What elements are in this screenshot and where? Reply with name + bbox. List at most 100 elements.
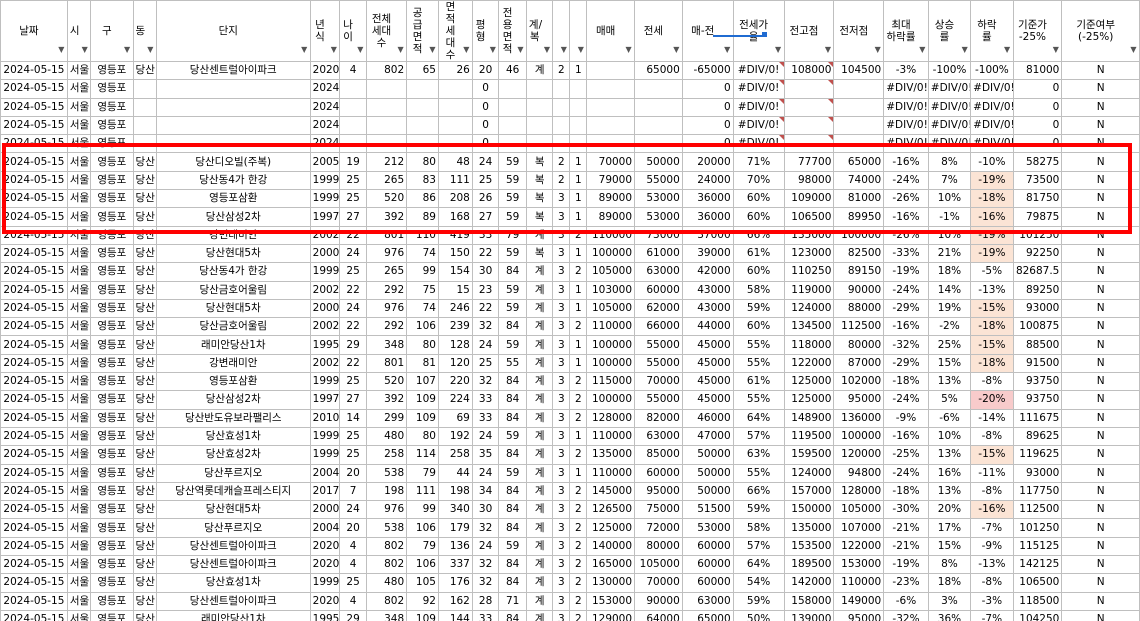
table-cell[interactable]: 당산역롯데캐슬프레스티지 (155, 481, 311, 502)
table-cell[interactable]: 3 (552, 335, 571, 355)
table-cell[interactable]: 2024-05-15 (0, 555, 68, 575)
table-cell[interactable]: 65 (406, 60, 439, 81)
table-cell[interactable]: -100% (970, 60, 1014, 81)
table-cell[interactable]: 60% (732, 207, 785, 227)
table-cell[interactable]: 140000 (586, 536, 636, 557)
column-header[interactable]: 면적 세대수 ▼ (437, 0, 473, 62)
table-cell[interactable] (586, 134, 636, 154)
column-header[interactable]: 상승률 ▼ (927, 0, 972, 62)
table-cell[interactable]: #DIV/0! (732, 134, 785, 154)
table-cell[interactable]: 59% (732, 591, 785, 611)
table-cell[interactable]: 2 (569, 262, 588, 282)
table-cell[interactable]: 서울 (66, 555, 92, 575)
table-cell[interactable]: 154 (437, 262, 473, 282)
table-cell[interactable]: 55% (732, 335, 785, 355)
table-cell[interactable]: 계 (525, 536, 554, 557)
table-cell[interactable]: 2 (569, 500, 588, 520)
table-cell[interactable]: 영등포 (90, 335, 134, 355)
table-cell[interactable]: 100000 (586, 243, 636, 264)
table-cell[interactable]: 89250 (1012, 280, 1063, 300)
table-cell[interactable]: N (1061, 262, 1140, 282)
column-header[interactable]: 기준가 -25% ▼ (1012, 0, 1063, 62)
table-cell[interactable] (155, 97, 311, 117)
table-cell[interactable]: 13% (927, 481, 972, 502)
table-cell[interactable]: 70000 (634, 573, 683, 593)
table-cell[interactable] (365, 134, 408, 154)
table-cell[interactable]: 10% (927, 225, 972, 245)
table-cell[interactable]: 60000 (681, 555, 734, 575)
table-cell[interactable]: #DIV/0! (883, 79, 929, 99)
table-cell[interactable]: 83 (406, 170, 439, 191)
table-cell[interactable]: 105000 (586, 298, 636, 319)
table-cell[interactable]: 영등포 (90, 280, 134, 300)
table-cell[interactable]: 2004 (309, 463, 341, 483)
table-cell[interactable]: 2024 (309, 115, 341, 136)
table-cell[interactable]: 55% (732, 353, 785, 374)
table-cell[interactable]: 26 (437, 60, 473, 81)
table-cell[interactable]: 당산센트럴아이파크 (155, 536, 311, 557)
table-cell[interactable] (833, 115, 885, 136)
table-cell[interactable]: 82687.5 (1012, 262, 1063, 282)
table-cell[interactable]: 129000 (586, 609, 636, 621)
table-cell[interactable]: 1 (569, 152, 588, 172)
table-cell[interactable] (365, 79, 408, 99)
table-cell[interactable]: 2 (552, 60, 571, 81)
table-cell[interactable]: 53000 (634, 207, 683, 227)
column-header[interactable]: 전세가율 ▼ (732, 0, 785, 62)
table-cell[interactable]: 당산센트럴아이파크 (155, 555, 311, 575)
table-cell[interactable]: 165000 (586, 555, 636, 575)
table-cell[interactable]: 2020 (309, 555, 341, 575)
table-cell[interactable]: 93750 (1012, 372, 1063, 392)
table-cell[interactable]: 59 (498, 298, 527, 319)
table-cell[interactable]: N (1061, 225, 1140, 245)
table-cell[interactable]: 70000 (634, 372, 683, 392)
table-cell[interactable]: -18% (883, 481, 929, 502)
table-cell[interactable]: 계 (525, 353, 554, 374)
filter-dropdown-icon[interactable]: ▼ (723, 45, 732, 54)
table-cell[interactable]: 4 (339, 536, 367, 557)
table-cell[interactable]: 서울 (66, 152, 92, 172)
table-cell[interactable]: 영등포 (90, 609, 134, 621)
table-cell[interactable]: N (1061, 463, 1140, 483)
table-cell[interactable]: 19 (339, 152, 367, 172)
table-cell[interactable]: 서울 (66, 207, 92, 227)
column-header[interactable]: 하락률 ▼ (970, 0, 1014, 62)
table-cell[interactable]: 135000 (586, 445, 636, 465)
table-cell[interactable]: 2002 (309, 353, 341, 374)
table-cell[interactable]: 105000 (634, 555, 683, 575)
table-cell[interactable]: 영등포 (90, 536, 134, 557)
table-cell[interactable]: 2 (569, 591, 588, 611)
table-cell[interactable]: 60% (732, 189, 785, 209)
table-cell[interactable]: 392 (365, 390, 408, 410)
filter-dropdown-icon[interactable]: ▼ (329, 45, 338, 54)
table-cell[interactable]: 32 (471, 317, 500, 337)
table-cell[interactable]: 25% (927, 335, 972, 355)
table-cell[interactable]: #DIV/0! (927, 134, 972, 154)
table-cell[interactable]: 25 (339, 445, 367, 465)
table-cell[interactable]: 108000 (783, 60, 835, 81)
table-cell[interactable]: 1 (569, 463, 588, 483)
table-cell[interactable]: -16% (883, 152, 929, 172)
table-cell[interactable]: 당산효성1차 (155, 426, 311, 447)
table-cell[interactable]: 74 (406, 243, 439, 264)
table-cell[interactable]: 58% (732, 518, 785, 538)
table-cell[interactable]: 4 (339, 555, 367, 575)
table-cell[interactable]: 8% (927, 152, 972, 172)
table-cell[interactable]: 15% (927, 536, 972, 557)
table-cell[interactable] (586, 79, 636, 99)
table-cell[interactable]: 33 (471, 408, 500, 428)
table-cell[interactable]: N (1061, 500, 1140, 520)
table-cell[interactable]: 서울 (66, 518, 92, 538)
table-cell[interactable]: 36% (927, 609, 972, 621)
table-cell[interactable]: -100% (927, 60, 972, 81)
table-cell[interactable] (569, 115, 588, 136)
table-cell[interactable]: 당산 (132, 262, 157, 282)
table-cell[interactable]: 98000 (783, 170, 835, 191)
column-header[interactable]: 전세 ▼ (634, 0, 683, 62)
table-cell[interactable]: 118500 (1012, 591, 1063, 611)
table-cell[interactable]: 0 (471, 79, 500, 99)
table-cell[interactable]: N (1061, 555, 1140, 575)
table-cell[interactable]: 영등포 (90, 555, 134, 575)
table-cell[interactable]: 77700 (783, 152, 835, 172)
table-cell[interactable]: 139000 (783, 609, 835, 621)
